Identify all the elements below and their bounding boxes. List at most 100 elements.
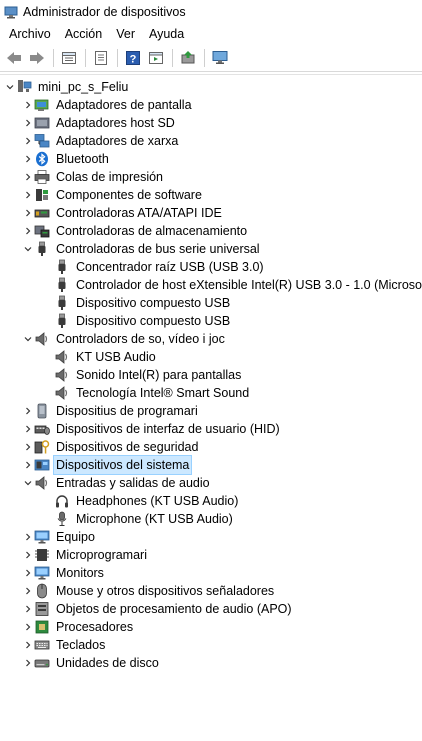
tree-device[interactable]: Concentrador raíz USB (USB 3.0) xyxy=(0,258,422,276)
tree-category[interactable]: Procesadores xyxy=(0,618,422,636)
tree-item-label: Dispositivo compuesto USB xyxy=(76,314,231,328)
tree-expander[interactable] xyxy=(22,204,34,222)
menu-archivo[interactable]: Archivo xyxy=(2,24,58,44)
tree-category[interactable]: Controladoras ATA/ATAPI IDE xyxy=(0,204,422,222)
tree-category[interactable]: Equipo xyxy=(0,528,422,546)
disk-drive-icon xyxy=(34,659,50,668)
tree-expander xyxy=(42,366,54,384)
back-button[interactable] xyxy=(4,48,24,68)
printer-icon xyxy=(34,169,50,185)
monitor-icon xyxy=(34,565,50,581)
menu-accion[interactable]: Acción xyxy=(58,24,110,44)
forward-button[interactable] xyxy=(27,48,47,68)
tree-category[interactable]: Controladoras de bus serie universal xyxy=(0,240,422,258)
tree-device[interactable]: Controlador de host eXtensible Intel(R) … xyxy=(0,276,422,294)
tree-category[interactable]: Controladors de so, vídeo i joc xyxy=(0,330,422,348)
tree-expander[interactable] xyxy=(4,78,16,96)
tree-expander[interactable] xyxy=(22,456,34,474)
tree-item-label: Adaptadores de pantalla xyxy=(56,98,192,112)
tree-device[interactable]: Sonido Intel(R) para pantallas xyxy=(0,366,422,384)
tree-expander[interactable] xyxy=(22,474,34,492)
audio-processing-icon xyxy=(34,601,50,617)
tree-item-label: Bluetooth xyxy=(56,152,109,166)
tree-item-label: Controladoras de almacenamiento xyxy=(56,224,248,238)
tree-expander[interactable] xyxy=(22,636,34,654)
tree-category[interactable]: Colas de impresión xyxy=(0,168,422,186)
tree-item-label: Dispositivos del sistema xyxy=(52,455,193,475)
keyboard-icon xyxy=(34,637,50,653)
help-button[interactable]: ? xyxy=(123,48,143,68)
chevron-right-icon xyxy=(26,191,31,199)
tree-item-label: Sonido Intel(R) para pantallas xyxy=(76,368,242,382)
tree-expander[interactable] xyxy=(22,186,34,204)
tree-category[interactable]: Componentes de software xyxy=(0,186,422,204)
update-driver-button[interactable] xyxy=(178,48,198,68)
tree-expander xyxy=(42,492,54,510)
tree-expander[interactable] xyxy=(22,438,34,456)
tree-expander[interactable] xyxy=(22,600,34,618)
tree-item-label: Controladors de so, vídeo i joc xyxy=(56,332,225,346)
tree-device[interactable]: Microphone (KT USB Audio) xyxy=(0,510,422,528)
tree-device[interactable]: KT USB Audio xyxy=(0,348,422,366)
tree-category[interactable]: Dispositius de programari xyxy=(0,402,422,420)
tree-category[interactable]: Dispositivos de interfaz de usuario (HID… xyxy=(0,420,422,438)
toolbar: ? xyxy=(0,44,422,72)
tree-expander[interactable] xyxy=(22,150,34,168)
chevron-down-icon xyxy=(24,337,32,342)
tree-expander[interactable] xyxy=(22,654,34,672)
tree-expander[interactable] xyxy=(22,330,34,348)
headphones-icon xyxy=(54,493,70,509)
menu-ayuda[interactable]: Ayuda xyxy=(142,24,191,44)
chevron-right-icon xyxy=(26,569,31,577)
network-adapter-icon xyxy=(34,134,50,148)
tree-category[interactable]: Dispositivos del sistema xyxy=(0,455,422,475)
monitor-icon xyxy=(34,529,50,545)
tree-expander[interactable] xyxy=(22,582,34,600)
tree-expander[interactable] xyxy=(22,96,34,114)
menu-ver[interactable]: Ver xyxy=(109,24,142,44)
tree-category[interactable]: Unidades de disco xyxy=(0,654,422,672)
scan-hardware-button[interactable] xyxy=(210,48,230,68)
tree-device[interactable]: Tecnología Intel® Smart Sound xyxy=(0,384,422,402)
tree-category[interactable]: Adaptadores host SD xyxy=(0,114,422,132)
processor-icon xyxy=(35,620,49,634)
tree-expander[interactable] xyxy=(22,528,34,546)
tree-expander[interactable] xyxy=(22,222,34,240)
tree-item-label: Controlador de host eXtensible Intel(R) … xyxy=(76,278,422,292)
speaker-icon xyxy=(34,331,50,347)
tree-expander[interactable] xyxy=(22,240,34,258)
tree-category[interactable]: Teclados xyxy=(0,636,422,654)
tree-category[interactable]: Entradas y salidas de audio xyxy=(0,474,422,492)
chevron-down-icon xyxy=(24,481,32,486)
tree-expander[interactable] xyxy=(22,168,34,186)
tree-device[interactable]: Dispositivo compuesto USB xyxy=(0,294,422,312)
tree-expander xyxy=(42,312,54,330)
show-hide-icon xyxy=(95,50,107,65)
tree-category[interactable]: Dispositivos de seguridad xyxy=(0,438,422,456)
chevron-right-icon xyxy=(26,137,31,145)
tree-category[interactable]: Adaptadores de pantalla xyxy=(0,96,422,114)
tree-category[interactable]: Bluetooth xyxy=(0,150,422,168)
tree-device[interactable]: Headphones (KT USB Audio) xyxy=(0,492,422,510)
show-hide-button[interactable] xyxy=(91,48,111,68)
tree-root-computer[interactable]: mini_pc_s_Feliu xyxy=(0,78,422,96)
tree-category[interactable]: Objetos de procesamiento de audio (APO) xyxy=(0,600,422,618)
properties-button[interactable] xyxy=(59,48,79,68)
tree-category[interactable]: Microprogramari xyxy=(0,546,422,564)
tree-expander[interactable] xyxy=(22,402,34,420)
tree-expander[interactable] xyxy=(22,564,34,582)
tree-expander[interactable] xyxy=(22,546,34,564)
tree-category[interactable]: Controladoras de almacenamiento xyxy=(0,222,422,240)
tree-expander[interactable] xyxy=(22,132,34,150)
tree-item-label: Monitors xyxy=(56,566,104,580)
chevron-right-icon xyxy=(26,659,31,667)
tree-device[interactable]: Dispositivo compuesto USB xyxy=(0,312,422,330)
tree-expander[interactable] xyxy=(22,618,34,636)
tree-expander[interactable] xyxy=(22,420,34,438)
tree-category[interactable]: Monitors xyxy=(0,564,422,582)
tree-category[interactable]: Mouse y otros dispositivos señaladores xyxy=(0,582,422,600)
console-tree-button[interactable] xyxy=(146,48,166,68)
tree-item-label: Procesadores xyxy=(56,620,134,634)
tree-expander[interactable] xyxy=(22,114,34,132)
tree-category[interactable]: Adaptadores de xarxa xyxy=(0,132,422,150)
